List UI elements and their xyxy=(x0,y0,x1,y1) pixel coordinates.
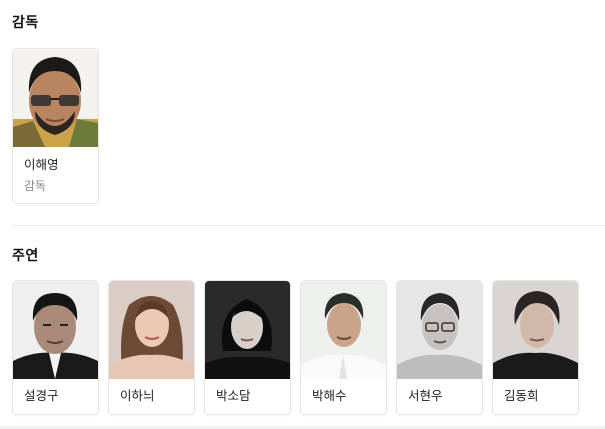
person-card-cast[interactable]: 박해수 xyxy=(300,280,387,415)
cast-section-title: 주연 xyxy=(12,248,39,264)
person-card-cast[interactable]: 박소담 xyxy=(204,280,291,415)
person-name: 김동희 xyxy=(504,388,539,403)
person-photo xyxy=(301,281,386,379)
person-name: 박소담 xyxy=(216,388,251,403)
section-divider xyxy=(12,225,605,226)
person-photo xyxy=(493,281,578,379)
person-name: 이해영 xyxy=(24,157,59,172)
person-card-cast[interactable]: 서현우 xyxy=(396,280,483,415)
person-card-cast[interactable]: 김동희 xyxy=(492,280,579,415)
person-photo xyxy=(13,49,98,147)
person-photo xyxy=(109,281,194,379)
person-name: 설경구 xyxy=(24,388,59,403)
person-name: 박해수 xyxy=(312,388,347,403)
person-card-cast[interactable]: 설경구 xyxy=(12,280,99,415)
person-card-director[interactable]: 이해영 감독 xyxy=(12,48,99,204)
person-card-cast[interactable]: 이하늬 xyxy=(108,280,195,415)
person-role: 감독 xyxy=(24,179,47,193)
person-photo xyxy=(13,281,98,379)
person-photo xyxy=(397,281,482,379)
person-name: 이하늬 xyxy=(120,388,155,403)
director-section-title: 감독 xyxy=(12,15,39,31)
person-name: 서현우 xyxy=(408,388,443,403)
credits-panel: 감독 이해영 감독 주연 설경구 이하늬 박소담 박해수 서현우 김동희 xyxy=(0,0,605,429)
person-photo xyxy=(205,281,290,379)
